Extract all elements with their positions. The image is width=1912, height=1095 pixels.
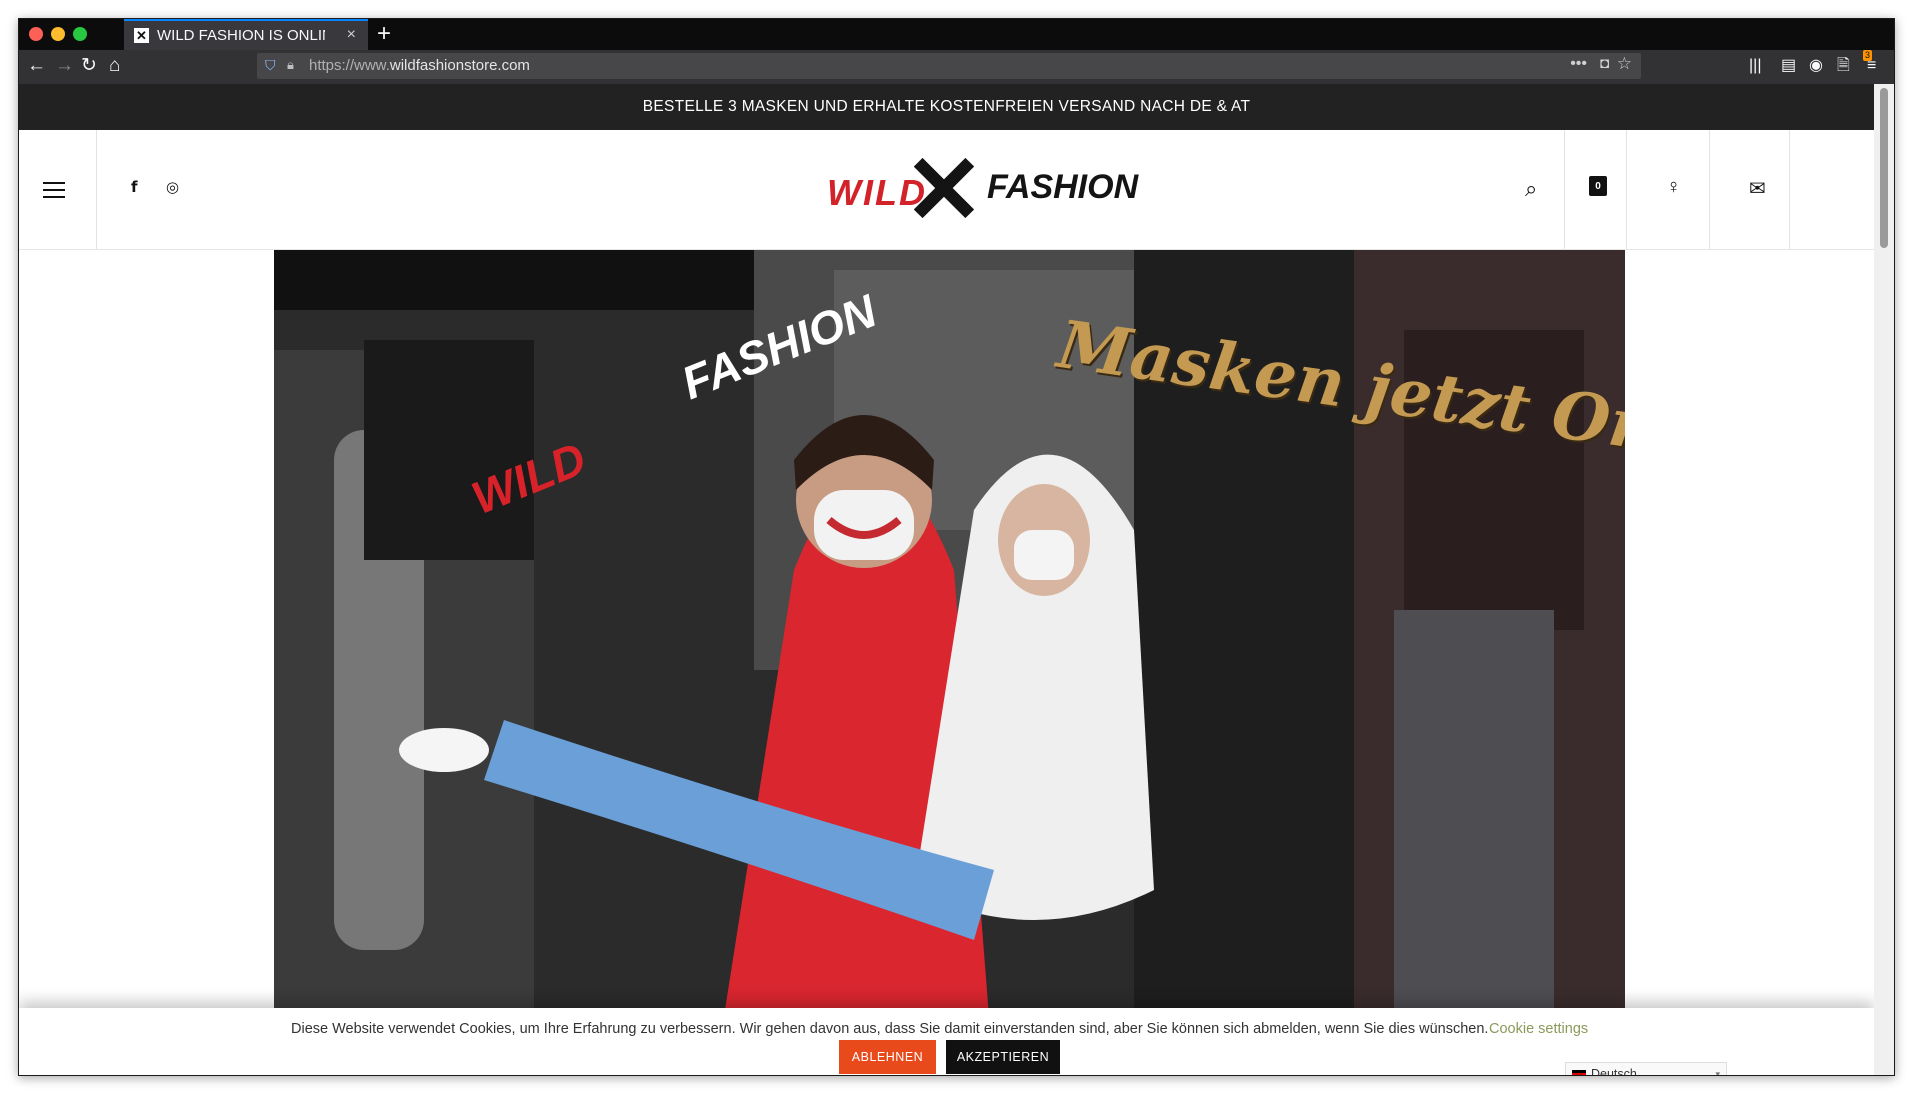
promo-banner: BESTELLE 3 MASKEN UND ERHALTE KOSTENFREI…: [19, 84, 1874, 130]
header-divider: [1626, 130, 1627, 249]
minimize-window-button[interactable]: [51, 27, 65, 41]
search-icon[interactable]: ⌕: [1525, 176, 1537, 202]
close-window-button[interactable]: [29, 27, 43, 41]
reload-icon[interactable]: ↻: [81, 56, 97, 76]
account-user-icon[interactable]: ♀: [1666, 176, 1681, 199]
tab-title: WILD FASHION IS ONLINE: [157, 28, 325, 44]
cart-count: 0: [1595, 181, 1601, 192]
tab-close-icon[interactable]: ×: [347, 26, 356, 44]
page-actions-icon[interactable]: •••: [1570, 55, 1587, 73]
scrollbar-thumb[interactable]: [1880, 88, 1888, 248]
account-icon[interactable]: ◉: [1809, 57, 1823, 75]
header-divider: [1709, 130, 1710, 249]
instagram-icon[interactable]: ◎: [166, 178, 179, 196]
pocket-icon[interactable]: ◘: [1600, 55, 1609, 72]
site-logo[interactable]: WILD ✕ FASHION: [819, 137, 1138, 244]
lock-icon[interactable]: 🔒︎: [287, 57, 294, 73]
facebook-icon[interactable]: f: [131, 178, 138, 196]
page-scrollbar[interactable]: [1874, 84, 1894, 1075]
url-bar[interactable]: ⛉ 🔒︎ https://www.wildfashionstore.com ••…: [257, 53, 1641, 79]
url-domain: wildfashionstore.com: [389, 57, 530, 74]
german-flag-icon: [1572, 1070, 1586, 1075]
header-divider: [1564, 130, 1565, 249]
back-icon[interactable]: ←: [27, 56, 46, 76]
browser-navbar: ← → ↻ ⌂ ⛉ 🔒︎ https://www.wildfashionstor…: [19, 50, 1894, 84]
header-divider: [1789, 130, 1790, 249]
url-text[interactable]: https://www.wildfashionstore.com: [309, 57, 530, 74]
hamburger-menu-icon[interactable]: ≡: [1867, 57, 1876, 75]
menu-toggle-icon[interactable]: [43, 182, 65, 203]
browser-titlebar: ✕ WILD FASHION IS ONLINE × +: [19, 19, 1894, 50]
sidebar-icon[interactable]: ▤: [1781, 57, 1796, 75]
web-page: BESTELLE 3 MASKEN UND ERHALTE KOSTENFREI…: [19, 84, 1874, 1075]
browser-window: ✕ WILD FASHION IS ONLINE × + ← → ↻ ⌂ ⛉ 🔒…: [18, 18, 1895, 1076]
cart-bag-icon[interactable]: 0: [1589, 176, 1607, 196]
logo-fashion-text: FASHION: [987, 168, 1139, 206]
extension-icon[interactable]: 🗎: [1837, 57, 1850, 75]
forward-icon[interactable]: →: [55, 56, 74, 76]
cookie-message: Diese Website verwendet Cookies, um Ihre…: [291, 1021, 1489, 1037]
new-tab-button[interactable]: +: [377, 21, 391, 47]
tracking-protection-shield-icon[interactable]: ⛉: [265, 57, 276, 74]
language-selector[interactable]: Deutsch ▾: [1565, 1062, 1727, 1075]
language-label: Deutsch: [1591, 1067, 1637, 1075]
browser-tab-active[interactable]: ✕ WILD FASHION IS ONLINE ×: [124, 19, 368, 50]
accept-cookies-button[interactable]: AKZEPTIEREN: [946, 1040, 1060, 1074]
maximize-window-button[interactable]: [73, 27, 87, 41]
site-header: f ◎ WILD ✕ FASHION ⌕ 0 ♀ ✉: [19, 130, 1874, 250]
cookie-consent-bar: Diese Website verwendet Cookies, um Ihre…: [19, 1008, 1874, 1075]
bookmark-star-icon[interactable]: ☆: [1617, 54, 1632, 74]
logo-x-emblem: ✕: [903, 137, 985, 244]
chevron-down-icon: ▾: [1715, 1069, 1720, 1075]
library-icon[interactable]: |||: [1749, 57, 1761, 75]
home-icon[interactable]: ⌂: [109, 56, 120, 76]
tab-favicon-icon: ✕: [134, 28, 149, 43]
header-divider: [96, 130, 97, 249]
mail-icon[interactable]: ✉: [1749, 176, 1766, 201]
hero-image[interactable]: Masken jetzt Online WILD FASHION: [274, 250, 1625, 1075]
url-prefix: https://www.: [309, 57, 390, 74]
cookie-settings-link[interactable]: Cookie settings: [1489, 1021, 1588, 1037]
reject-cookies-button[interactable]: ABLEHNEN: [839, 1040, 936, 1074]
